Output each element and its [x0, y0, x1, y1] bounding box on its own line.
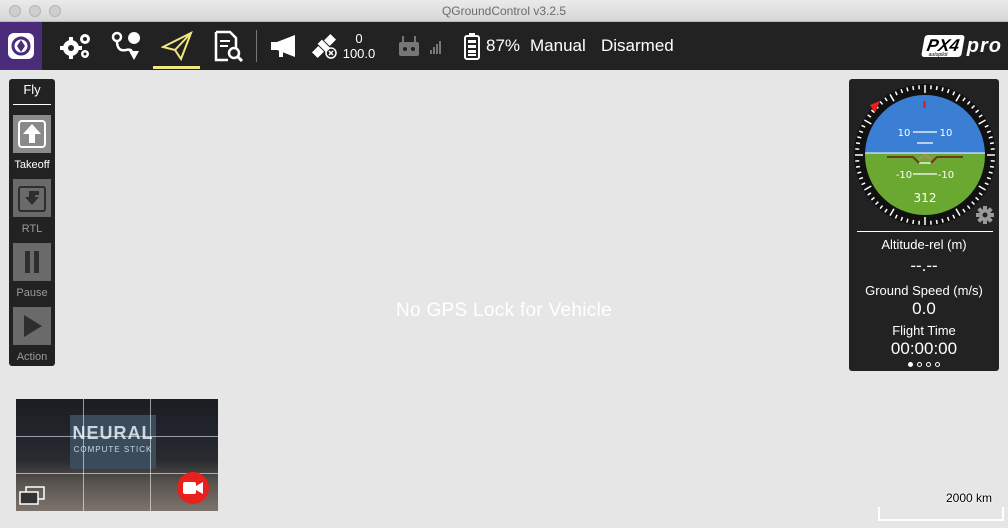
megaphone-icon [271, 35, 295, 57]
map-scale-label: 2000 km [946, 491, 993, 505]
gear-icon [976, 206, 994, 224]
compass-tick [906, 218, 909, 223]
page-dot[interactable] [908, 362, 913, 367]
gps-status-button[interactable] [308, 28, 340, 64]
video-grid-line [83, 399, 84, 511]
qgc-logo-icon [8, 33, 34, 59]
px4-logo-subtext: autopilot [928, 52, 948, 58]
compass-tick [989, 142, 995, 145]
gps-readout: 0 100.0 [340, 31, 378, 61]
gear-icon [60, 34, 90, 59]
compass-tick [935, 219, 938, 225]
flight-mode-selector[interactable]: Manual [530, 22, 586, 70]
signal-bars-icon [430, 41, 441, 54]
pause-label: Pause [16, 287, 48, 299]
pitch-label: -10 [938, 170, 954, 181]
tool-strip-divider [13, 104, 51, 105]
rtl-button[interactable] [13, 179, 51, 217]
page-dot[interactable] [926, 362, 931, 367]
pitch-label: 10 [898, 128, 911, 139]
document-search-icon [214, 30, 244, 62]
paper-plane-icon [161, 31, 193, 61]
map-scale-bar [878, 507, 1004, 521]
plan-route-icon [111, 31, 141, 60]
analyze-view-button[interactable] [210, 28, 246, 64]
ground-speed-value: 0.0 [912, 299, 936, 318]
satellite-icon [311, 33, 337, 59]
tool-strip-title: Fly [23, 82, 41, 97]
arm-status[interactable]: Disarmed [601, 22, 674, 70]
window-titlebar: QGroundControl v3.2.5 [0, 0, 1008, 22]
compass-tick [912, 219, 915, 225]
plan-view-button[interactable] [108, 28, 146, 64]
page-dot[interactable] [935, 362, 940, 367]
zoom-window-button[interactable] [49, 5, 61, 17]
flight-time-label: Flight Time [892, 323, 956, 338]
instrument-settings-button[interactable] [975, 205, 995, 225]
rtl-icon [18, 186, 46, 212]
gps-satellite-count: 0 [355, 31, 363, 46]
qgc-logo-button[interactable] [0, 22, 42, 70]
fly-view-button[interactable] [158, 28, 196, 64]
minimize-window-button[interactable] [29, 5, 41, 17]
gps-hdop: 100.0 [342, 46, 376, 61]
compass-tick [855, 165, 861, 168]
rc-transmitter-icon [399, 36, 441, 56]
rc-rssi-button[interactable] [395, 28, 445, 64]
instrument-divider [857, 231, 993, 232]
settings-button[interactable] [58, 28, 94, 64]
page-dot[interactable] [917, 362, 922, 367]
video-thumbnail[interactable]: NEURAL COMPUTE STICK [16, 399, 218, 511]
rtl-label: RTL [21, 223, 43, 235]
instrument-panel: 10 10 -10 -10 312 Altitude-rel (m) --.--… [849, 79, 999, 371]
action-label: Action [16, 351, 48, 363]
compass-tick [988, 171, 993, 174]
takeoff-icon [18, 120, 46, 148]
altitude-value: --.-- [910, 256, 938, 275]
video-camera-icon [183, 482, 203, 494]
takeoff-label: Takeoff [14, 159, 50, 171]
battery-status-button[interactable] [461, 28, 483, 64]
fly-tool-strip: Fly Takeoff RTL Pause Action [9, 79, 55, 366]
px4-pro-logo: PX4 autopilot pro [920, 32, 1002, 60]
compass-tick [857, 171, 862, 174]
video-grid-line [16, 436, 218, 437]
pitch-label: 10 [940, 128, 953, 139]
battery-percent: 87% [486, 36, 521, 55]
takeoff-button[interactable] [13, 115, 51, 153]
instrument-page-indicator [908, 362, 940, 367]
close-window-button[interactable] [9, 5, 21, 17]
compass-tick [912, 85, 915, 91]
heading-value: 312 [914, 191, 937, 205]
video-window-toggle-icon[interactable] [18, 485, 46, 507]
messages-button[interactable] [268, 28, 300, 64]
toolbar-separator [256, 30, 257, 62]
active-view-indicator [153, 66, 200, 69]
compass-tick [857, 136, 862, 139]
pause-button[interactable] [13, 243, 51, 281]
flight-time-value: 00:00:00 [890, 339, 958, 358]
compass-tick [935, 85, 938, 91]
pause-icon [25, 251, 39, 273]
window-title: QGroundControl v3.2.5 [441, 4, 567, 18]
record-video-button[interactable] [177, 472, 209, 504]
compass-tick [941, 218, 944, 223]
compass-tick [941, 87, 944, 92]
main-toolbar: 0 100.0 87% Manual Disarmed PX4 autopilo… [0, 22, 1008, 70]
compass-tick [855, 142, 861, 145]
roll-zero-marker [923, 101, 926, 108]
px4-logo-pro: pro [966, 34, 1002, 57]
compass-tick [906, 87, 909, 92]
pitch-label: -10 [896, 170, 912, 181]
battery-icon [464, 33, 480, 60]
compass-tick [988, 136, 993, 139]
altitude-label: Altitude-rel (m) [881, 237, 967, 252]
compass-tick [989, 165, 995, 168]
ground-speed-label: Ground Speed (m/s) [865, 283, 983, 298]
video-grid-line [150, 399, 151, 511]
